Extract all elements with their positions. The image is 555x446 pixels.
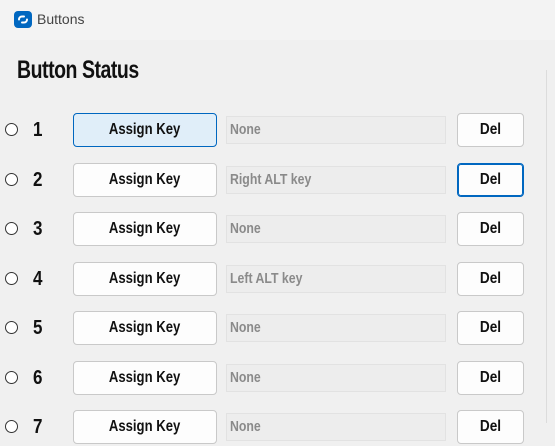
row-number: 5 bbox=[33, 317, 43, 339]
assign-key-button[interactable]: Assign Key bbox=[73, 361, 217, 395]
row-number: 2 bbox=[33, 169, 43, 191]
assign-key-button[interactable]: Assign Key bbox=[73, 311, 217, 345]
section-title: Button Status bbox=[17, 56, 139, 84]
delete-button[interactable]: Del bbox=[457, 163, 524, 197]
assign-key-button[interactable]: Assign Key bbox=[73, 262, 217, 296]
assigned-key-field: Left ALT key bbox=[226, 265, 446, 293]
assigned-key-field: None bbox=[226, 116, 446, 144]
assigned-key-field: None bbox=[226, 215, 446, 243]
radio-button[interactable] bbox=[5, 222, 18, 235]
row-number: 1 bbox=[33, 119, 43, 141]
row-number: 7 bbox=[33, 416, 43, 438]
assigned-key-field: None bbox=[226, 364, 446, 392]
button-row-4: 4 Assign Key Left ALT key Del bbox=[0, 262, 555, 298]
delete-button[interactable]: Del bbox=[457, 113, 524, 147]
assign-key-button[interactable]: Assign Key bbox=[73, 212, 217, 246]
radio-button[interactable] bbox=[5, 371, 18, 384]
row-number: 4 bbox=[33, 268, 43, 290]
radio-button[interactable] bbox=[5, 173, 18, 186]
delete-button[interactable]: Del bbox=[457, 212, 524, 246]
radio-button[interactable] bbox=[5, 420, 18, 433]
app-logo-icon bbox=[14, 11, 32, 28]
assign-key-button[interactable]: Assign Key bbox=[73, 113, 217, 147]
delete-button[interactable]: Del bbox=[457, 410, 524, 444]
delete-button[interactable]: Del bbox=[457, 361, 524, 395]
button-row-5: 5 Assign Key None Del bbox=[0, 311, 555, 347]
assign-key-button[interactable]: Assign Key bbox=[73, 163, 217, 197]
radio-button[interactable] bbox=[5, 321, 18, 334]
radio-button[interactable] bbox=[5, 123, 18, 136]
row-number: 6 bbox=[33, 367, 43, 389]
radio-button[interactable] bbox=[5, 272, 18, 285]
button-row-6: 6 Assign Key None Del bbox=[0, 361, 555, 397]
row-number: 3 bbox=[33, 218, 43, 240]
window-title: Buttons bbox=[37, 11, 85, 27]
delete-button[interactable]: Del bbox=[457, 262, 524, 296]
button-row-7: 7 Assign Key None Del bbox=[0, 410, 555, 446]
button-row-1: 1 Assign Key None Del bbox=[0, 113, 555, 149]
assign-key-button[interactable]: Assign Key bbox=[73, 410, 217, 444]
delete-button[interactable]: Del bbox=[457, 311, 524, 345]
assigned-key-field: None bbox=[226, 314, 446, 342]
assigned-key-field: None bbox=[226, 413, 446, 441]
assigned-key-field: Right ALT key bbox=[226, 166, 446, 194]
title-bar: Buttons bbox=[0, 0, 555, 40]
button-row-3: 3 Assign Key None Del bbox=[0, 212, 555, 248]
button-row-2: 2 Assign Key Right ALT key Del bbox=[0, 163, 555, 199]
